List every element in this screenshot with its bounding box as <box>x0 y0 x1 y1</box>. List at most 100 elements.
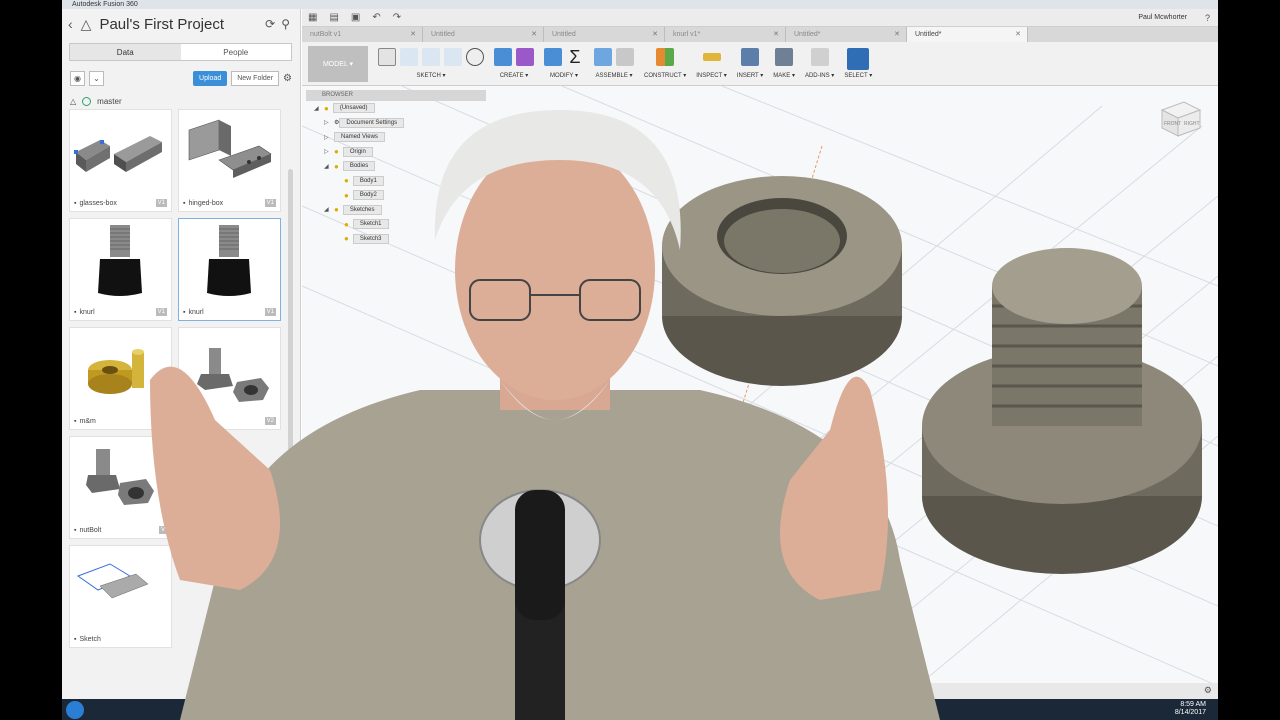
lightbulb-icon[interactable]: ● <box>344 220 349 229</box>
create-group[interactable]: CREATE ▾ <box>494 48 534 79</box>
eye-icon[interactable]: ◉ <box>70 70 85 86</box>
expand-icon[interactable]: ▷ <box>324 148 334 155</box>
collapse-icon[interactable]: ◢ <box>324 163 334 170</box>
browser-node[interactable]: ● Body1 <box>306 174 486 189</box>
print-icon[interactable] <box>775 48 794 66</box>
browser-node[interactable]: ● Sketch3 <box>306 232 486 247</box>
lightbulb-icon[interactable]: ● <box>334 162 339 171</box>
file-menu-icon[interactable]: ▤ <box>329 12 338 23</box>
select-group[interactable]: SELECT ▾ <box>844 48 872 79</box>
tab-data[interactable]: Data <box>70 44 181 60</box>
measure-icon[interactable] <box>702 53 721 61</box>
browser-node[interactable]: ◢ ● (Unsaved) <box>306 101 486 116</box>
browser-node[interactable]: ● Sketch1 <box>306 217 486 232</box>
undo-icon[interactable]: ↶ <box>372 12 380 23</box>
lightbulb-icon[interactable]: ● <box>344 234 349 243</box>
close-icon[interactable]: ✕ <box>410 27 416 42</box>
close-icon[interactable]: ✕ <box>773 27 779 42</box>
file-card[interactable]: ▪ m&m V5 <box>69 327 172 430</box>
doc-tab-active[interactable]: Untitled* ✕ <box>907 27 1028 42</box>
stop-sketch-icon[interactable] <box>466 48 484 66</box>
insert-image-icon[interactable] <box>741 48 760 66</box>
rectangle-icon[interactable] <box>422 48 440 66</box>
close-icon[interactable]: ✕ <box>1015 27 1021 42</box>
pattern-icon[interactable] <box>516 48 534 66</box>
doc-tab[interactable]: Untitled ✕ <box>423 27 544 42</box>
redo-icon[interactable]: ↷ <box>393 12 401 23</box>
browser-node[interactable]: ▷ Named Views <box>306 130 486 145</box>
gear-icon[interactable]: ⚙ <box>283 73 292 84</box>
new-folder-button[interactable]: New Folder <box>231 70 280 86</box>
user-menu[interactable]: Paul Mcwhorter <box>1138 14 1193 21</box>
press-pull-icon[interactable] <box>544 48 562 66</box>
lightbulb-icon[interactable]: ● <box>334 205 339 214</box>
workspace-switcher[interactable]: MODEL ▾ <box>308 46 368 82</box>
data-panel-scrollbar[interactable] <box>288 169 293 629</box>
canvas-viewport[interactable]: BROWSER ◢ ● (Unsaved) ▷ ⚙ Document Settings… <box>302 86 1218 699</box>
browser-node[interactable]: ▷ ● Origin <box>306 145 486 160</box>
start-icon[interactable] <box>66 701 84 719</box>
clock[interactable]: 8:59 AM 8/14/2017 <box>1175 701 1206 717</box>
expand-icon[interactable]: ▷ <box>324 119 334 126</box>
close-icon[interactable]: ✕ <box>894 27 900 42</box>
add-ins-group[interactable]: ADD-INS ▾ <box>805 48 834 79</box>
select-icon[interactable] <box>847 48 870 70</box>
doc-tab[interactable]: Untitled ✕ <box>544 27 665 42</box>
doc-tab[interactable]: Untitled* ✕ <box>786 27 907 42</box>
sketch-group[interactable]: SKETCH ▾ <box>378 48 484 79</box>
lightbulb-icon[interactable]: ● <box>344 191 349 200</box>
construct-group[interactable]: CONSTRUCT ▾ <box>644 48 686 79</box>
browser-header[interactable]: BROWSER <box>306 90 486 101</box>
timeline-start-icon[interactable]: ⏮ <box>308 685 316 696</box>
create-sketch-icon[interactable] <box>378 48 396 66</box>
file-card[interactable]: ▪ glasses-box V1 <box>69 109 172 212</box>
file-card[interactable]: ▪ Bolt V2 <box>178 327 281 430</box>
collapse-icon[interactable]: ◢ <box>324 206 334 213</box>
word-icon[interactable] <box>294 702 308 716</box>
circle-icon[interactable] <box>444 48 462 66</box>
add-ins-icon[interactable] <box>810 48 829 66</box>
insert-group[interactable]: INSERT ▾ <box>737 48 763 79</box>
timeline-settings-icon[interactable]: ⚙ <box>1204 685 1212 696</box>
lightbulb-icon[interactable]: ● <box>324 104 329 113</box>
file-card[interactable]: ▪ hinged-box V1 <box>178 109 281 212</box>
save-icon[interactable]: ▣ <box>351 12 360 23</box>
modify-group[interactable]: Σ MODIFY ▾ <box>544 48 584 79</box>
joint-icon[interactable] <box>616 48 634 66</box>
browser-node[interactable]: ◢ ● Bodies <box>306 159 486 174</box>
tab-people[interactable]: People <box>181 44 292 60</box>
lightbulb-icon[interactable]: ● <box>334 147 339 156</box>
upload-button[interactable]: Upload <box>193 70 228 86</box>
component-icon[interactable] <box>594 48 612 66</box>
search-icon[interactable]: ⚲ <box>281 17 290 31</box>
back-icon[interactable]: ‹ <box>68 16 73 32</box>
browser-node[interactable]: ▷ ⚙ Document Settings <box>306 116 486 131</box>
plane-icon[interactable] <box>656 48 675 66</box>
browser-node[interactable]: ◢ ● Sketches <box>306 203 486 218</box>
refresh-icon[interactable]: ⟳ <box>265 17 275 31</box>
inspect-group[interactable]: INSPECT ▾ <box>696 48 727 79</box>
line-icon[interactable] <box>400 48 418 66</box>
branch-row[interactable]: △ master <box>62 91 300 111</box>
expand-icon[interactable]: ▷ <box>324 134 334 141</box>
file-card[interactable]: ▪ knurl V1 <box>69 218 172 321</box>
file-card-selected[interactable]: ▪ knurl V1 <box>178 218 281 321</box>
close-icon[interactable]: ✕ <box>652 27 658 42</box>
view-cube[interactable]: FRONT RIGHT <box>1154 96 1204 140</box>
doc-tab[interactable]: knurl v1* ✕ <box>665 27 786 42</box>
extrude-icon[interactable] <box>494 48 512 66</box>
doc-tab[interactable]: nutBolt v1 ✕ <box>302 27 423 42</box>
file-card[interactable]: ▪ nutBolt V <box>69 436 172 539</box>
collapse-icon[interactable]: ◢ <box>314 105 324 112</box>
file-card[interactable]: ▪ Sketch <box>69 545 172 648</box>
chevron-down-icon[interactable]: ⌄ <box>89 70 104 86</box>
assemble-group[interactable]: ASSEMBLE ▾ <box>594 48 634 79</box>
grid-icon[interactable]: ▦ <box>308 12 317 23</box>
make-group[interactable]: MAKE ▾ <box>773 48 795 79</box>
help-icon[interactable]: ? <box>1205 13 1218 23</box>
lightbulb-icon[interactable]: ● <box>344 176 349 185</box>
sum-icon[interactable]: Σ <box>566 48 584 66</box>
project-app-icon[interactable] <box>258 702 272 716</box>
browser-node[interactable]: ● Body2 <box>306 188 486 203</box>
close-icon[interactable]: ✕ <box>531 27 537 42</box>
